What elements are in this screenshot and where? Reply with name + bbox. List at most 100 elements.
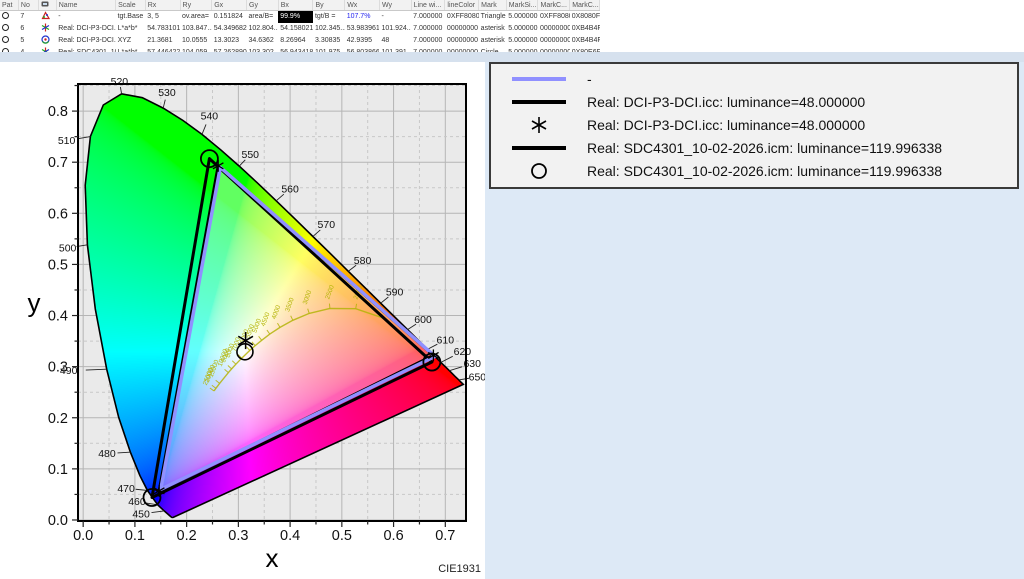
cell[interactable]: 00000000 <box>538 23 570 35</box>
cell[interactable]: 00000000 <box>538 35 570 47</box>
col-header-Ry[interactable]: Ry <box>180 0 212 11</box>
cell[interactable]: Triangle <box>479 11 507 24</box>
table-row[interactable]: 7-tgt.Base =3, 5ov.area=0.151824area/B=9… <box>0 11 600 24</box>
col-header-Scale[interactable]: Scale <box>116 0 146 11</box>
cell[interactable]: 5.000000 <box>506 35 538 47</box>
cell-no[interactable]: 5 <box>18 35 38 47</box>
col-header-Line wi...[interactable]: Line wi... <box>411 0 445 11</box>
cell[interactable]: Real: DCI-P3-DCI.icc... <box>56 35 115 47</box>
cell[interactable]: 5.000000 <box>506 23 538 35</box>
cell[interactable]: 54.349682 <box>212 23 247 35</box>
cell[interactable]: 00000000 <box>445 23 479 35</box>
cell[interactable]: 42.9395 <box>345 35 380 47</box>
lab-gamut-icon[interactable] <box>39 23 56 35</box>
col-header-Name[interactable]: Name <box>56 0 115 11</box>
cell[interactable]: 53.983961 <box>345 23 380 35</box>
legend-label: Real: SDC4301_10-02-2026.icm: luminance=… <box>587 140 942 156</box>
svg-text:0.6: 0.6 <box>383 528 403 544</box>
col-header-MarkSi...[interactable]: MarkSi... <box>506 0 538 11</box>
col-header-By[interactable]: By <box>313 0 345 11</box>
xyz-gamut-icon[interactable] <box>39 35 56 47</box>
sdc-line-swatch <box>491 146 587 150</box>
cell[interactable]: 107.7% <box>345 11 380 24</box>
table-row[interactable]: 5 Real: DCI-P3-DCI.icc...XYZ21.368110.055… <box>0 35 600 47</box>
cell[interactable]: - <box>56 11 115 24</box>
cell[interactable]: area/B= <box>247 11 279 24</box>
legend-item-dci-line: Real: DCI-P3-DCI.icc: luminance=48.00000… <box>491 90 1017 113</box>
cell[interactable]: 0XFF8080 <box>538 11 570 24</box>
cell[interactable]: 54.158021 <box>278 23 313 35</box>
cell[interactable]: 5.000000 <box>506 11 538 24</box>
row-visibility-cell[interactable] <box>0 35 18 47</box>
cell[interactable]: 13.3023 <box>212 35 247 47</box>
cell-no[interactable]: 7 <box>18 11 38 24</box>
col-header-MarkC...[interactable]: MarkC... <box>538 0 570 11</box>
cell[interactable]: 7.000000 <box>411 35 445 47</box>
cell[interactable]: 102.804... <box>247 23 279 35</box>
svg-text:0.5: 0.5 <box>48 257 68 273</box>
col-header-No[interactable]: No <box>18 0 38 11</box>
svg-text:570: 570 <box>318 219 336 231</box>
cell[interactable]: ov.area= <box>180 11 212 24</box>
cell[interactable]: asterisk <box>479 23 507 35</box>
panel-divider[interactable] <box>0 52 1024 62</box>
col-header-Gy[interactable]: Gy <box>247 0 279 11</box>
cell[interactable]: 54.783101 <box>145 23 180 35</box>
svg-text:0.7: 0.7 <box>435 528 455 544</box>
cell[interactable]: 3, 5 <box>145 11 180 24</box>
cell[interactable]: Real: DCI-P3-DCI.icc... <box>56 23 115 35</box>
cell[interactable]: asterisk <box>479 35 507 47</box>
cell[interactable]: 101.924... <box>379 23 411 35</box>
table-row[interactable]: 6Real: DCI-P3-DCI.icc...L*a*b*54.7831011… <box>0 23 600 35</box>
cell[interactable]: 0XFF8080 <box>445 11 479 24</box>
cell[interactable]: XYZ <box>116 35 146 47</box>
legend-item-sdc-line: Real: SDC4301_10-02-2026.icm: luminance=… <box>491 136 1017 159</box>
svg-text:0.0: 0.0 <box>73 528 93 544</box>
cell[interactable]: 3.30835 <box>313 35 345 47</box>
col-header-Rx[interactable]: Rx <box>145 0 180 11</box>
svg-text:540: 540 <box>201 111 219 123</box>
cell[interactable]: L*a*b* <box>116 23 146 35</box>
cell[interactable]: 0XB4B4FF <box>570 23 600 35</box>
cell[interactable]: 7.000000 <box>411 11 445 24</box>
cell[interactable]: 48 <box>379 35 411 47</box>
cell-no[interactable]: 6 <box>18 23 38 35</box>
row-visibility-icon <box>2 24 9 31</box>
cell[interactable]: 34.6362 <box>247 35 279 47</box>
col-header-Mark[interactable]: Mark <box>479 0 507 11</box>
svg-text:0.6: 0.6 <box>48 206 68 222</box>
cell[interactable]: 103.847... <box>180 23 212 35</box>
cell[interactable]: 10.0555 <box>180 35 212 47</box>
col-header-Wx[interactable]: Wx <box>345 0 380 11</box>
chromaticity-chart-panel[interactable]: 4504604704804905005105205305405505605705… <box>0 62 485 579</box>
cell[interactable]: 8.26964 <box>278 35 313 47</box>
profile-table-panel: PatNo NameScaleRxRyGxGyBxByWxWyLine wi...… <box>0 0 1024 52</box>
col-header-Wy[interactable]: Wy <box>379 0 411 11</box>
col-header-Bx[interactable]: Bx <box>278 0 313 11</box>
svg-text:450: 450 <box>132 508 150 520</box>
cell[interactable]: 21.3681 <box>145 35 180 47</box>
target-plot-icon[interactable] <box>39 11 56 24</box>
col-header-lineColor[interactable]: lineColor <box>445 0 479 11</box>
col-header-MarkC...[interactable]: MarkC... <box>570 0 600 11</box>
cell[interactable]: - <box>379 11 411 24</box>
svg-text:530: 530 <box>158 87 176 99</box>
cell[interactable]: 00000000 <box>445 35 479 47</box>
cell[interactable]: 0.151824 <box>212 11 247 24</box>
col-header-Gx[interactable]: Gx <box>212 0 247 11</box>
row-visibility-cell[interactable] <box>0 23 18 35</box>
legend-label: Real: DCI-P3-DCI.icc: luminance=48.00000… <box>587 94 865 110</box>
svg-text:480: 480 <box>98 448 116 460</box>
cell[interactable]: tgt.Base = <box>116 11 146 24</box>
legend-box[interactable]: - Real: DCI-P3-DCI.icc: luminance=48.000… <box>489 62 1019 189</box>
palette-column-icon[interactable] <box>39 0 56 11</box>
row-visibility-cell[interactable] <box>0 11 18 24</box>
col-header-Pat[interactable]: Pat <box>0 0 18 11</box>
legend-label: Real: DCI-P3-DCI.icc: luminance=48.00000… <box>587 117 865 133</box>
cell[interactable]: 0XB4B4FF <box>570 35 600 47</box>
cell[interactable]: 0X8080FF <box>570 11 600 24</box>
cell[interactable]: 102.345... <box>313 23 345 35</box>
cell[interactable]: 99.9% <box>278 11 313 24</box>
cell[interactable]: 7.000000 <box>411 23 445 35</box>
cell[interactable]: tgt/B = <box>313 11 345 24</box>
